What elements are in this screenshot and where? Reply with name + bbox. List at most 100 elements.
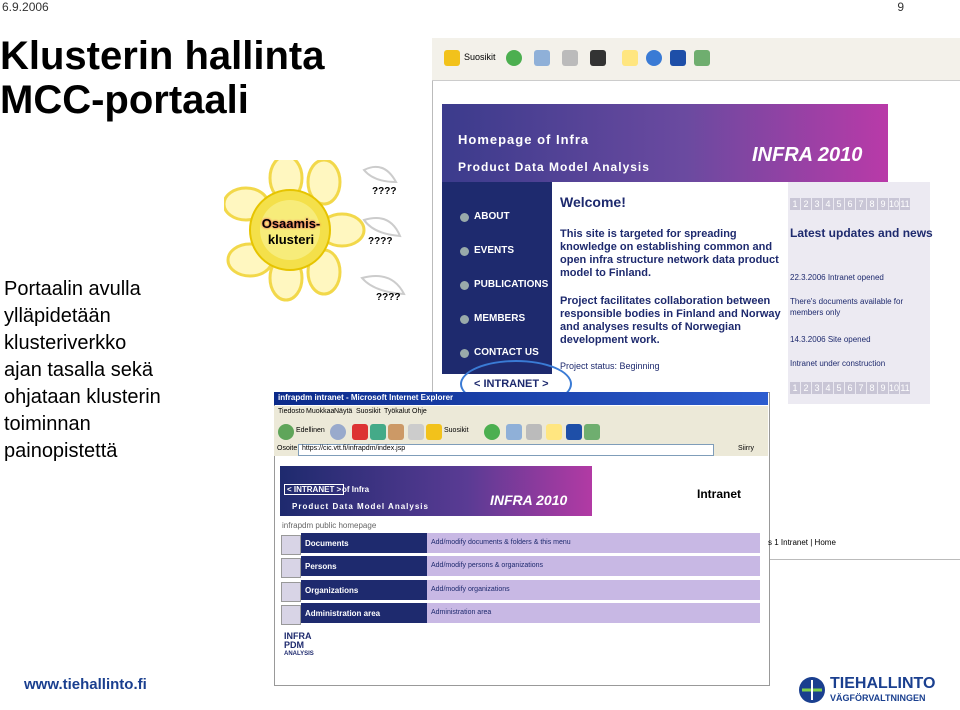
intranet-banner-subtitle: Product Data Model Analysis [292,502,429,511]
note-icon[interactable] [546,424,562,440]
infra-pdm-analysis-logo: INFRA PDM ANALYSIS [284,632,314,659]
organizations-label[interactable]: Organizations [305,586,358,595]
menu-tools[interactable]: Työkalut [384,408,410,415]
intranet-toolbar: Edellinen Suosikit [274,420,768,443]
portal-browser-toolbar: Suosikit [432,38,960,81]
favorites-star-icon[interactable] [444,50,460,66]
pager-item[interactable]: 4 [823,382,833,394]
organizations-icon[interactable] [281,582,301,602]
intranet-link[interactable]: < INTRANET > [474,378,549,390]
pager-item[interactable]: 6 [845,382,855,394]
pager-item[interactable]: 2 [801,198,811,210]
pager-item[interactable]: 10 [889,198,899,210]
persons-label[interactable]: Persons [305,562,337,571]
menu-file[interactable]: Tiedosto [278,408,305,415]
nav-item-about[interactable]: ABOUT [474,211,510,222]
address-label: Osoite [277,445,298,452]
body-line: painopistettä [4,440,118,462]
pager-item[interactable]: 6 [845,198,855,210]
pager-item[interactable]: 3 [812,198,822,210]
project-paragraph: Project facilitates collaboration betwee… [560,295,781,346]
flower-label: Osaamis- klusteri [253,216,329,248]
news-pager-bottom: 1 2 3 4 5 6 7 8 9 1011 [790,382,911,394]
history-icon[interactable] [484,424,500,440]
administration-label[interactable]: Administration area [305,609,380,618]
bluetooth-icon[interactable] [566,424,582,440]
pager-item[interactable]: 2 [801,382,811,394]
print-icon[interactable] [526,424,542,440]
pager-item[interactable]: 7 [856,382,866,394]
nav-item-members[interactable]: MEMBERS [474,313,525,324]
nav-item-publications[interactable]: PUBLICATIONS [474,279,548,290]
word-icon[interactable] [590,50,606,66]
menu-view[interactable]: Näytä [334,408,352,415]
refresh-icon[interactable] [370,424,386,440]
pager-item[interactable]: 9 [878,382,888,394]
mail-icon[interactable] [534,50,550,66]
favorites-star-icon[interactable] [426,424,442,440]
pager-item[interactable]: 10 [889,382,899,394]
pager-item[interactable]: 5 [834,382,844,394]
pager-item[interactable]: 9 [878,198,888,210]
pager-item[interactable]: 1 [790,382,800,394]
menu-edit[interactable]: Muokkaa [306,408,334,415]
history-icon[interactable] [506,50,522,66]
pager-item[interactable]: 8 [867,382,877,394]
home-icon[interactable] [388,424,404,440]
favorites-label[interactable]: Suosikit [464,52,496,62]
intranet-home-links[interactable]: s 1 Intranet | Home [768,538,836,547]
note-icon[interactable] [622,50,638,66]
flower-label-line2: klusteri [267,232,315,247]
menu-help[interactable]: Ohje [412,408,427,415]
nav-item-events[interactable]: EVENTS [474,245,514,256]
print-icon[interactable] [562,50,578,66]
pager-item[interactable]: 8 [867,198,877,210]
nav-item-contact-us[interactable]: CONTACT US [474,347,539,358]
flower-label-line1: Osaamis- [261,216,321,231]
stop-icon[interactable] [352,424,368,440]
go-button[interactable]: Siirry [738,445,754,452]
forward-arrow-icon[interactable] [330,424,346,440]
persons-icon[interactable] [281,558,301,578]
back-arrow-icon[interactable] [278,424,294,440]
pager-item[interactable]: 1 [790,198,800,210]
slide-title: Klusterin hallinta MCC-portaali [0,34,325,122]
nav-bullet-icon [460,281,469,290]
body-line: Portaalin avulla [4,278,141,300]
intranet-banner-link[interactable]: < INTRANET > [284,484,345,495]
organizations-desc: Add/modify organizations [431,586,510,593]
search-icon[interactable] [408,424,424,440]
menu-favorites[interactable]: Suosikit [356,408,381,415]
back-label[interactable]: Edellinen [296,427,325,434]
address-value[interactable]: https://cic.vtt.fi/infrapdm/index.jsp [302,445,405,452]
documents-label[interactable]: Documents [305,539,349,548]
tiehallinto-logo-subtext: VÄGFÖRVALTNINGEN [830,693,926,703]
intranet-heading: Intranet [697,487,742,501]
mail-icon[interactable] [506,424,522,440]
project-status: Project status: Beginning [560,361,660,371]
news-panel [788,182,930,404]
pager-item[interactable]: 11 [900,382,910,394]
pager-item[interactable]: 4 [823,198,833,210]
latest-updates-heading: Latest updates and news [790,226,933,240]
flower-petal-detached [362,217,402,238]
bluetooth-icon[interactable] [670,50,686,66]
slide-title-line2: MCC-portaali [0,78,249,122]
favorites-label[interactable]: Suosikit [444,427,469,434]
messenger-icon[interactable] [694,50,710,66]
pager-item[interactable]: 11 [900,198,910,210]
slide-page-number: 9 [897,0,904,14]
nav-bullet-icon [460,315,469,324]
welcome-heading: Welcome! [560,194,626,210]
pager-item[interactable]: 3 [812,382,822,394]
documents-icon[interactable] [281,535,301,555]
admin-key-icon[interactable] [281,605,301,625]
pager-item[interactable]: 5 [834,198,844,210]
question-mark-label: ???? [372,186,397,197]
pager-item[interactable]: 7 [856,198,866,210]
globe-icon[interactable] [646,50,662,66]
flower-petal-detached [362,166,398,184]
intranet-window-title: infrapdm intranet - Microsoft Internet E… [278,393,454,402]
public-homepage-link[interactable]: infrapdm public homepage [282,521,376,530]
messenger-icon[interactable] [584,424,600,440]
